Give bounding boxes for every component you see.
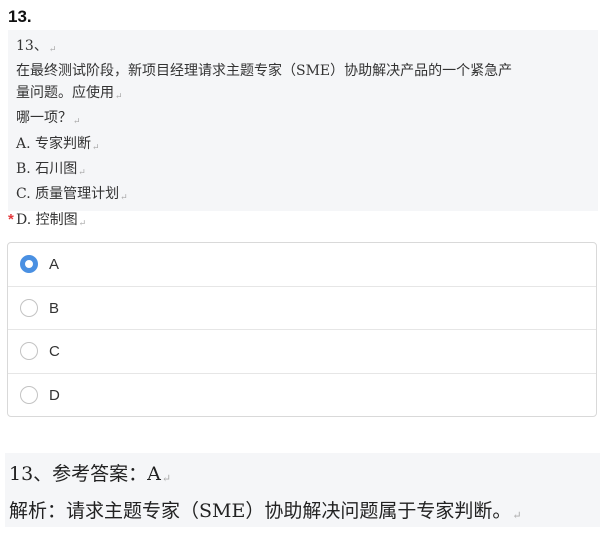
stem-line-option-c: C. 质量管理计划↵ <box>16 186 128 204</box>
answer-explanation-image: 13、参考答案：A↵ 解析：请求主题专家（SME）协助解决问题属于专家判断。↵ <box>5 453 600 527</box>
radio-icon[interactable] <box>20 342 38 360</box>
radio-checked-icon[interactable] <box>20 255 38 273</box>
option-d[interactable]: D <box>8 374 596 418</box>
option-label: B <box>49 299 60 317</box>
radio-icon[interactable] <box>20 298 38 317</box>
question-number: 13. <box>8 7 32 26</box>
option-b[interactable]: B <box>8 287 596 330</box>
answer-line: 13、参考答案：A↵ <box>9 463 172 485</box>
stem-line-option-a: A. 专家判断↵ <box>16 135 100 153</box>
stem-line: 量问题。应使用↵ <box>16 84 123 102</box>
stem-line-option-b: B. 石川图↵ <box>16 161 86 179</box>
radio-icon[interactable] <box>20 385 38 404</box>
explanation-line: 解析：请求主题专家（SME）协助解决问题属于专家判断。↵ <box>9 500 522 522</box>
option-label: C <box>49 343 60 360</box>
stem-line-option-d: D. 控制图↵ <box>16 211 87 229</box>
stem-line: 13、↵ <box>16 38 57 55</box>
option-label: A <box>49 256 60 273</box>
stem-line: 在最终测试阶段，新项目经理请求主题专家（SME）协助解决产品的一个紧急产 <box>16 63 513 80</box>
answer-options: A B C D <box>7 242 597 417</box>
required-asterisk: * <box>8 211 14 228</box>
stem-line: 哪一项？↵ <box>16 110 81 128</box>
question-stem-image: 13、↵ 在最终测试阶段，新项目经理请求主题专家（SME）协助解决产品的一个紧急… <box>8 30 598 229</box>
option-a[interactable]: A <box>8 243 596 287</box>
option-label: D <box>49 386 60 404</box>
option-c[interactable]: C <box>8 330 596 374</box>
